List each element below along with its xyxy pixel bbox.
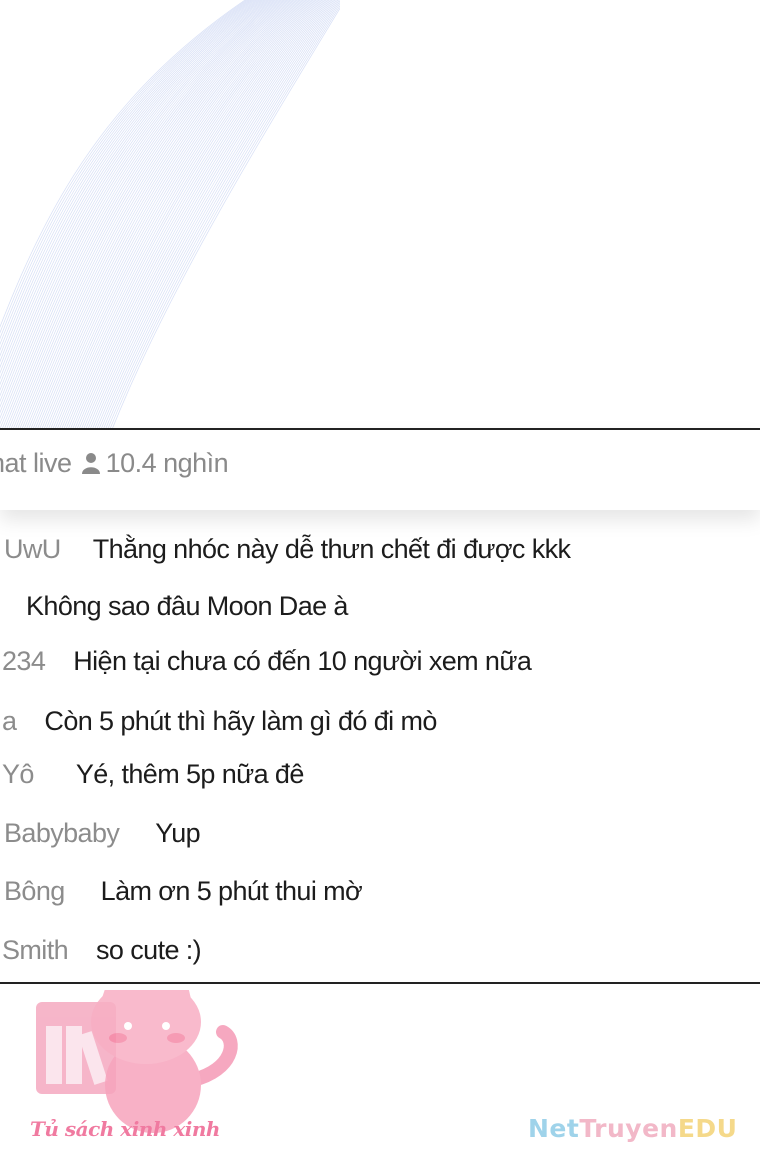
chat-message: Yô Yé, thêm 5p nữa đê <box>2 759 304 790</box>
live-header: hat live 10.4 nghìn <box>0 428 760 510</box>
chat-message: Không sao đâu Moon Dae à <box>26 591 348 622</box>
chat-message: Smith so cute :) <box>2 935 202 966</box>
chat-message: 234 Hiện tại chưa có đến 10 người xem nữa <box>2 646 532 677</box>
chat-message: UwU Thằng nhóc này dễ thưn chết đi được k… <box>4 534 571 565</box>
chat-text: Thằng nhóc này dễ thưn chết đi được kkk <box>92 534 571 564</box>
chat-username: UwU <box>4 534 61 564</box>
watermark-caption: Tủ sách xinh xinh <box>30 1117 220 1141</box>
chat-username: a <box>2 706 17 736</box>
chat-message: Bông Làm ơn 5 phút thui mờ <box>4 876 363 907</box>
decorative-wave-lines <box>0 0 340 430</box>
live-header-text: hat live 10.4 nghìn <box>0 448 229 479</box>
live-title: hat live <box>0 448 72 478</box>
brand-part-edu: EDU <box>677 1114 738 1143</box>
brand-part-net: Net <box>528 1114 580 1143</box>
brand-part-truyen: Truyen <box>579 1114 678 1143</box>
chat-text: Không sao đâu Moon Dae à <box>26 591 348 621</box>
chat-text: Còn 5 phút thì hãy làm gì đó đi mò <box>44 706 437 736</box>
viewer-count: 10.4 nghìn <box>105 448 229 478</box>
chat-text: Yé, thêm 5p nữa đê <box>75 759 305 789</box>
chat-text: Hiện tại chưa có đến 10 người xem nữa <box>73 646 532 676</box>
panel-bottom-divider <box>0 982 760 984</box>
chat-text: Làm ơn 5 phút thui mờ <box>100 876 363 906</box>
chat-username: Yô <box>2 759 34 789</box>
chat-username: Babybaby <box>4 818 120 848</box>
pink-cat-icon <box>91 990 238 1133</box>
chat-text: Yup <box>155 818 201 848</box>
site-brand-logo: NetTruyenEDU <box>528 1114 737 1143</box>
chat-username: Bông <box>4 876 65 906</box>
person-icon <box>81 452 100 474</box>
chat-message: Babybaby Yup <box>4 818 201 849</box>
chat-username: Smith <box>2 935 69 965</box>
chat-username: 234 <box>2 646 46 676</box>
chat-text: so cute :) <box>96 935 202 965</box>
chat-message: a Còn 5 phút thì hãy làm gì đó đi mò <box>2 706 437 737</box>
